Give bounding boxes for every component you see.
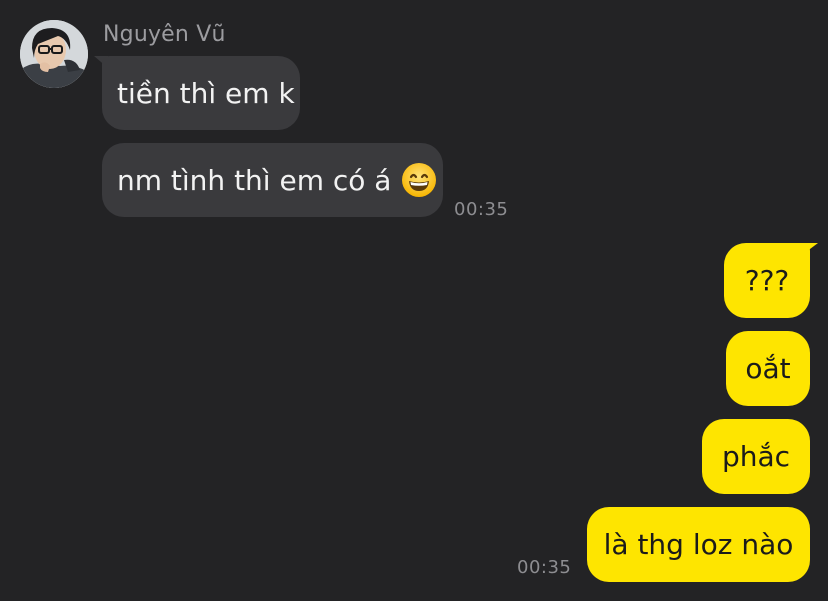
- message-text: nm tình thì em có á: [117, 163, 392, 197]
- outgoing-message-bubble[interactable]: oắt: [726, 331, 810, 406]
- message-text: tiền thì em k: [117, 76, 295, 110]
- chat-conversation[interactable]: Nguyên Vũ tiền thì em k nm tình thì em c…: [0, 0, 828, 601]
- message-timestamp: 00:35: [454, 199, 509, 220]
- sender-name: Nguyên Vũ: [103, 22, 226, 47]
- grinning-face-icon: [401, 162, 437, 198]
- message-text: ???: [744, 264, 790, 297]
- message-text: là thg loz nào: [603, 528, 794, 561]
- outgoing-message-bubble[interactable]: ???: [724, 243, 810, 318]
- contact-avatar[interactable]: [20, 20, 88, 88]
- incoming-message-bubble[interactable]: tiền thì em k: [102, 56, 300, 130]
- outgoing-message-bubble[interactable]: là thg loz nào: [587, 507, 810, 582]
- message-text: phắc: [721, 440, 791, 473]
- message-timestamp: 00:35: [517, 557, 572, 578]
- incoming-message-bubble[interactable]: nm tình thì em có á: [102, 143, 443, 217]
- outgoing-message-bubble[interactable]: phắc: [702, 419, 810, 494]
- message-text: oắt: [745, 352, 791, 385]
- avatar-photo-icon: [20, 20, 88, 88]
